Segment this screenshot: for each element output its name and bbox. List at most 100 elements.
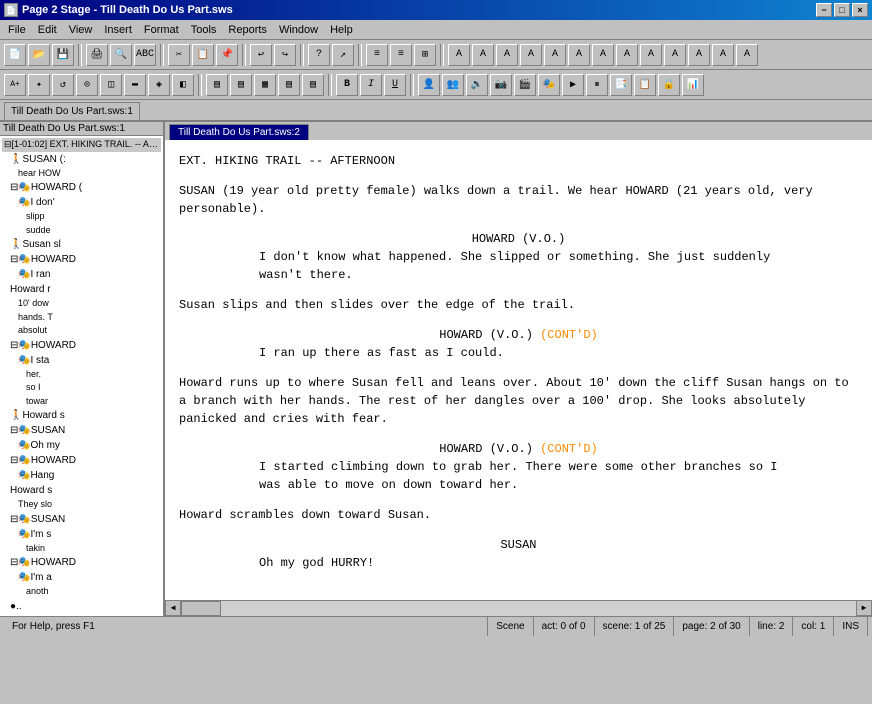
tree-item-5[interactable]: slipp [2, 210, 161, 224]
fx9-btn[interactable]: A [640, 44, 662, 66]
align-left-btn[interactable]: ≡ [366, 44, 388, 66]
h-scroll-track[interactable] [181, 601, 856, 616]
maximize-button[interactable]: □ [834, 3, 850, 17]
t2-13-btn[interactable]: ▤ [302, 74, 324, 96]
tree-item-21[interactable]: 🎭Oh my [2, 438, 161, 453]
menu-file[interactable]: File [2, 22, 32, 38]
tree-item-24[interactable]: Howard s [2, 483, 161, 498]
tree-item-27[interactable]: 🎭I'm s [2, 527, 161, 542]
paste-btn[interactable]: 📌 [216, 44, 238, 66]
tree-item-13[interactable]: absolut [2, 324, 161, 338]
menu-window[interactable]: Window [273, 22, 324, 38]
h-scrollbar[interactable]: ◀ ▶ [165, 600, 872, 616]
inner-tab-1[interactable]: Till Death Do Us Part.sws:2 [169, 124, 309, 140]
redo-btn[interactable]: ↪ [274, 44, 296, 66]
tree-item-11[interactable]: 10' dow [2, 297, 161, 311]
fx12-btn[interactable]: A [712, 44, 734, 66]
fx8-btn[interactable]: A [616, 44, 638, 66]
tree-item-17[interactable]: so I [2, 381, 161, 395]
fx11-btn[interactable]: A [688, 44, 710, 66]
print-btn[interactable]: 🖨 [86, 44, 108, 66]
tree-item-31[interactable]: anoth [2, 585, 161, 599]
tree-item-0[interactable]: ⊟[1-01:02] EXT. HIKING TRAIL. -- AFT... [2, 138, 161, 152]
tree-item-8[interactable]: ⊟🎭HOWARD [2, 252, 161, 267]
t2-20-btn[interactable]: 📷 [490, 74, 512, 96]
editor[interactable]: EXT. HIKING TRAIL -- AFTERNOON SUSAN (19… [165, 140, 872, 600]
t2-11-btn[interactable]: ▦ [254, 74, 276, 96]
new-btn[interactable]: 📄 [4, 44, 26, 66]
menu-help[interactable]: Help [324, 22, 359, 38]
t2-3-btn[interactable]: ↺ [52, 74, 74, 96]
minimize-button[interactable]: − [816, 3, 832, 17]
menu-insert[interactable]: Insert [98, 22, 138, 38]
t2-24-btn[interactable]: ⏸ [586, 74, 608, 96]
open-btn[interactable]: 📂 [28, 44, 50, 66]
tree-item-26[interactable]: ⊟🎭SUSAN [2, 512, 161, 527]
t2-19-btn[interactable]: 🔊 [466, 74, 488, 96]
fx3-btn[interactable]: A [496, 44, 518, 66]
h-scroll-left[interactable]: ◀ [165, 600, 181, 616]
tree-item-14[interactable]: ⊟🎭HOWARD [2, 338, 161, 353]
print-preview-btn[interactable]: 🔍 [110, 44, 132, 66]
t2-9-btn[interactable]: ▤ [206, 74, 228, 96]
save-btn[interactable]: 💾 [52, 44, 74, 66]
help-btn[interactable]: ? [308, 44, 330, 66]
tree-item-2[interactable]: hear HOW [2, 167, 161, 181]
t2-18-btn[interactable]: 👥 [442, 74, 464, 96]
tree-item-28[interactable]: takin [2, 542, 161, 556]
copy-btn[interactable]: 📋 [192, 44, 214, 66]
t2-4-btn[interactable]: ⊙ [76, 74, 98, 96]
t2-27-btn[interactable]: 🔒 [658, 74, 680, 96]
undo-btn[interactable]: ↩ [250, 44, 272, 66]
tree-item-9[interactable]: 🎭I ran [2, 267, 161, 282]
tree-item-3[interactable]: ⊟🎭HOWARD ( [2, 180, 161, 195]
menu-format[interactable]: Format [138, 22, 185, 38]
tree-item-19[interactable]: 🚶Howard s [2, 408, 161, 423]
tree-item-6[interactable]: sudde [2, 224, 161, 238]
tree-item-32[interactable]: ●.. [2, 599, 161, 614]
tree-item-22[interactable]: ⊟🎭HOWARD [2, 453, 161, 468]
t2-17-btn[interactable]: 👤 [418, 74, 440, 96]
title-bar-controls[interactable]: − □ × [816, 3, 868, 17]
t2-5-btn[interactable]: ◫ [100, 74, 122, 96]
tree-item-25[interactable]: They slo [2, 498, 161, 512]
tree-item-10[interactable]: Howard r [2, 282, 161, 297]
t2-26-btn[interactable]: 📋 [634, 74, 656, 96]
tree-item-16[interactable]: her. [2, 368, 161, 382]
t2-25-btn[interactable]: 📑 [610, 74, 632, 96]
t2-8-btn[interactable]: ◧ [172, 74, 194, 96]
close-button[interactable]: × [852, 3, 868, 17]
menu-reports[interactable]: Reports [222, 22, 273, 38]
tree-item-12[interactable]: hands. T [2, 311, 161, 325]
tree-item-29[interactable]: ⊟🎭HOWARD [2, 555, 161, 570]
tree-item-1[interactable]: 🚶SUSAN (: [2, 152, 161, 167]
menu-edit[interactable]: Edit [32, 22, 63, 38]
align-center-btn[interactable]: ≡ [390, 44, 412, 66]
fx6-btn[interactable]: A [568, 44, 590, 66]
underline-btn[interactable]: U [384, 74, 406, 96]
tree-item-23[interactable]: 🎭Hang [2, 468, 161, 483]
fx5-btn[interactable]: A [544, 44, 566, 66]
tree-item-7[interactable]: 🚶Susan sl [2, 237, 161, 252]
t2-2-btn[interactable]: ✦ [28, 74, 50, 96]
fx2-btn[interactable]: A [472, 44, 494, 66]
fx4-btn[interactable]: A [520, 44, 542, 66]
spell-btn[interactable]: ABC [134, 44, 156, 66]
italic-btn[interactable]: I [360, 74, 382, 96]
tree-item-15[interactable]: 🎭I sta [2, 353, 161, 368]
t2-22-btn[interactable]: 🎭 [538, 74, 560, 96]
tree-item-20[interactable]: ⊟🎭SUSAN [2, 423, 161, 438]
menu-tools[interactable]: Tools [185, 22, 223, 38]
t2-10-btn[interactable]: ▤ [230, 74, 252, 96]
menu-view[interactable]: View [63, 22, 99, 38]
t2-21-btn[interactable]: 🎬 [514, 74, 536, 96]
t2-28-btn[interactable]: 📊 [682, 74, 704, 96]
tree-item-30[interactable]: 🎭I'm a [2, 570, 161, 585]
t2-6-btn[interactable]: ▬ [124, 74, 146, 96]
fx1-btn[interactable]: A [448, 44, 470, 66]
table-btn[interactable]: ⊞ [414, 44, 436, 66]
doc-tab-1[interactable]: Till Death Do Us Part.sws:1 [4, 102, 140, 120]
cut-btn[interactable]: ✂ [168, 44, 190, 66]
tree-item-4[interactable]: 🎭I don' [2, 195, 161, 210]
t2-7-btn[interactable]: ◈ [148, 74, 170, 96]
